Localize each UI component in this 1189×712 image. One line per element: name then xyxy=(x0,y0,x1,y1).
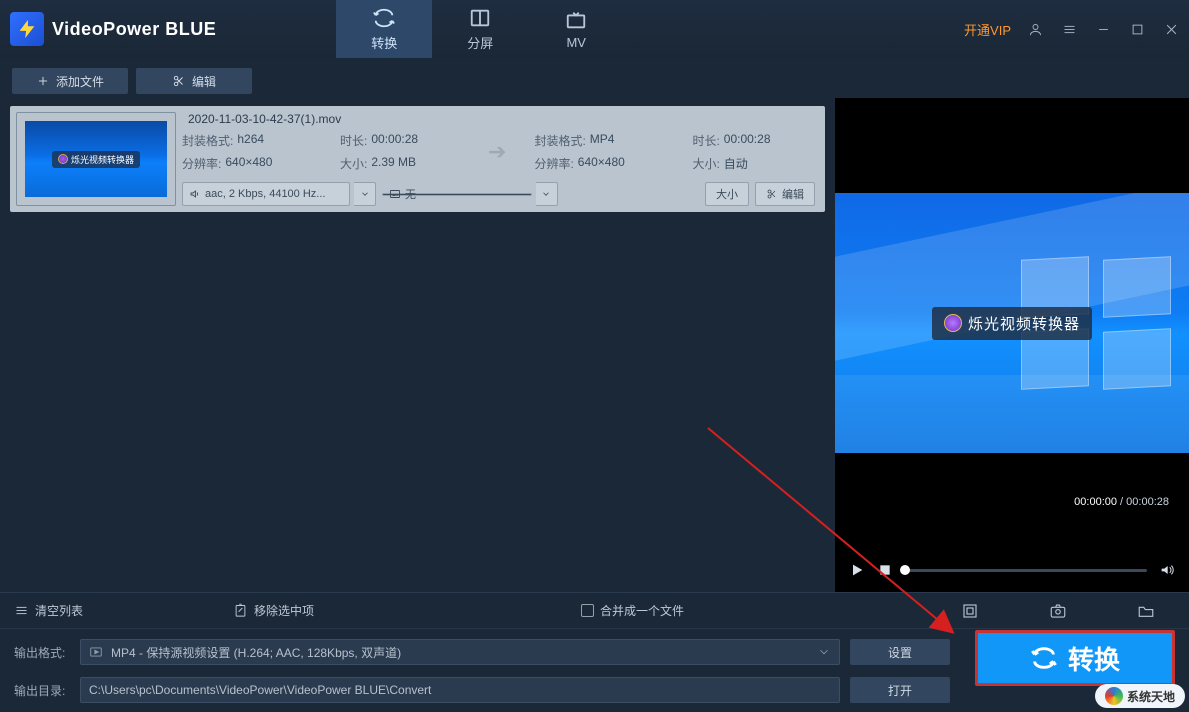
arrow-icon: ➔ xyxy=(468,139,526,165)
convert-button[interactable]: 转换 xyxy=(975,630,1175,686)
output-dir-label: 输出目录: xyxy=(14,682,70,699)
seek-track[interactable] xyxy=(905,569,1147,572)
minimize-button[interactable] xyxy=(1093,19,1113,39)
close-button[interactable] xyxy=(1161,19,1181,39)
player-controls xyxy=(835,548,1189,592)
tab-split[interactable]: 分屏 xyxy=(432,0,528,58)
file-name: 2020-11-03-10-42-37(1).mov xyxy=(182,112,815,126)
toolbar: 添加文件 编辑 xyxy=(0,64,1189,98)
app-logo: VideoPower BLUE xyxy=(10,12,216,46)
list-actions: 清空列表 移除选中项 合并成一个文件 xyxy=(0,592,1189,628)
file-card[interactable]: 烁光视频转换器 2020-11-03-10-42-37(1).mov 封装格式:… xyxy=(10,106,825,212)
add-file-button[interactable]: 添加文件 xyxy=(12,68,128,94)
remove-selected-button[interactable]: 移除选中项 xyxy=(233,602,314,619)
subtitle-dropdown[interactable]: 无 xyxy=(382,193,532,196)
output-format-select[interactable]: MP4 - 保持源视频设置 (H.264; AAC, 128Kbps, 双声道) xyxy=(80,639,840,665)
preview-area[interactable]: 烁光视频转换器 00:00:00 / 00:00:28 xyxy=(835,98,1189,548)
titlebar: VideoPower BLUE 转换 分屏 MV 开通VIP xyxy=(0,0,1189,58)
file-list: 烁光视频转换器 2020-11-03-10-42-37(1).mov 封装格式:… xyxy=(0,98,835,592)
menu-icon[interactable] xyxy=(1059,19,1079,39)
snapshot-icon[interactable] xyxy=(1049,602,1067,620)
size-button[interactable]: 大小 xyxy=(705,182,749,206)
vip-link[interactable]: 开通VIP xyxy=(964,20,1011,39)
subtitle-dropdown-caret[interactable] xyxy=(536,182,558,206)
output-format-label: 输出格式: xyxy=(14,644,70,661)
file-details: 2020-11-03-10-42-37(1).mov 封装格式:h264 分辨率… xyxy=(182,106,825,212)
preview-pane: 烁光视频转换器 00:00:00 / 00:00:28 xyxy=(835,98,1189,592)
app-logo-icon xyxy=(10,12,44,46)
audio-dropdown-caret[interactable] xyxy=(354,182,376,206)
preview-watermark: 烁光视频转换器 xyxy=(932,307,1092,340)
volume-icon[interactable] xyxy=(1159,562,1175,578)
time-display: 00:00:00 / 00:00:28 xyxy=(1074,496,1169,508)
preview-tool-icons xyxy=(961,602,1175,620)
settings-button[interactable]: 设置 xyxy=(850,639,950,665)
play-icon[interactable] xyxy=(849,562,865,578)
app-title: VideoPower BLUE xyxy=(52,19,216,40)
open-button[interactable]: 打开 xyxy=(850,677,950,703)
audio-dropdown[interactable]: aac, 2 Kbps, 44100 Hz... xyxy=(182,182,350,206)
edit-button[interactable]: 编辑 xyxy=(136,68,252,94)
file-thumbnail[interactable]: 烁光视频转换器 xyxy=(16,112,176,206)
item-edit-button[interactable]: 编辑 xyxy=(755,182,815,206)
tab-mv[interactable]: MV xyxy=(528,0,624,58)
main-area: 烁光视频转换器 2020-11-03-10-42-37(1).mov 封装格式:… xyxy=(0,98,1189,592)
account-icon[interactable] xyxy=(1025,19,1045,39)
fullscreen-icon[interactable] xyxy=(961,602,979,620)
titlebar-right: 开通VIP xyxy=(964,19,1181,39)
stop-icon[interactable] xyxy=(877,562,893,578)
maximize-button[interactable] xyxy=(1127,19,1147,39)
output-dir-input[interactable]: C:\Users\pc\Documents\VideoPower\VideoPo… xyxy=(80,677,840,703)
merge-checkbox[interactable]: 合并成一个文件 xyxy=(581,602,684,619)
folder-icon[interactable] xyxy=(1137,602,1155,620)
tab-convert[interactable]: 转换 xyxy=(336,0,432,58)
main-tabs: 转换 分屏 MV xyxy=(336,0,624,58)
chevron-down-icon xyxy=(817,645,831,659)
site-watermark: 系统天地 xyxy=(1095,684,1185,708)
clear-list-button[interactable]: 清空列表 xyxy=(14,602,83,619)
